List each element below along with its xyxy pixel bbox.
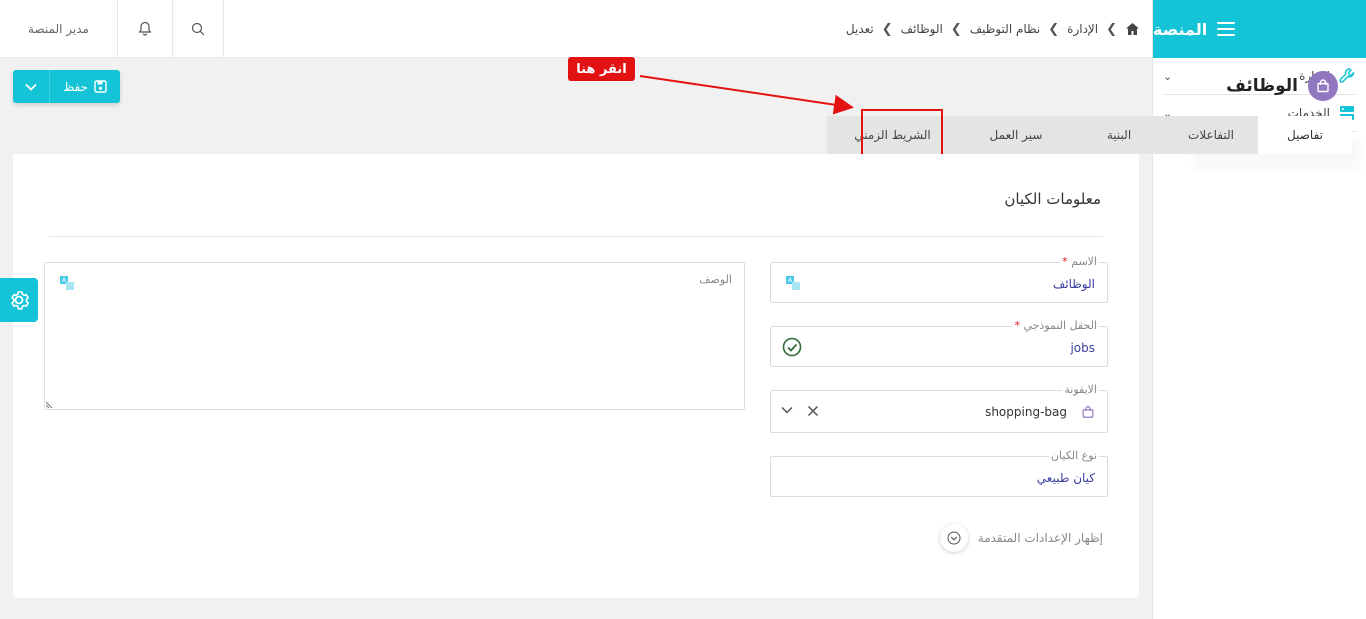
save-dropdown-button[interactable] [13,70,50,103]
user-menu[interactable]: مدير المنصة [0,0,118,58]
gear-icon [11,291,29,310]
floppy-disk-icon [94,80,107,93]
search-button[interactable] [173,0,224,58]
advanced-settings-toggle[interactable]: إظهار الإعدادات المتقدمة [939,524,1103,552]
entity-form-card: معلومات الكيان الاسم * الوظائف A الحقل ا… [13,154,1139,598]
tab-details[interactable]: تفاصيل [1258,116,1352,154]
bell-icon [138,21,152,36]
chevron-left-icon: ❯ [881,21,893,37]
entity-type-value: كيان طبيعي [1036,471,1095,485]
notifications-button[interactable] [118,0,173,58]
shopping-bag-icon [1308,71,1338,101]
search-icon [191,22,205,36]
chevron-left-icon: ❯ [1106,21,1117,37]
divider [49,236,1103,237]
breadcrumb: ❯ الإدارة ❯ نظام التوظيف ❯ الوظائف ❯ تعد… [846,0,1140,58]
chevron-down-icon: ⌄ [1163,69,1173,83]
translate-icon[interactable]: A [59,275,75,291]
settings-button[interactable] [0,278,38,322]
chevron-left-icon: ❯ [950,21,962,37]
breadcrumb-item-jobs[interactable]: الوظائف [901,22,943,36]
page-title-text: الوظائف [1226,76,1298,96]
tab-structure[interactable]: البنية [1074,116,1164,154]
check-circle-icon [782,337,802,357]
resize-handle-icon[interactable] [46,400,54,408]
icon-value: shopping-bag [985,405,1067,419]
page-title: الوظائف [1226,71,1338,101]
tab-interactions[interactable]: التفاعلات [1164,116,1258,154]
model-value: jobs [1070,341,1095,355]
save-button[interactable]: حفظ [50,70,120,103]
icon-field[interactable]: الايقونة shopping-bag [770,383,1108,433]
entity-type-field[interactable]: نوع الكيان كيان طبيعي [770,449,1108,497]
user-name: مدير المنصة [28,22,89,36]
breadcrumb-item-recruitment[interactable]: نظام التوظيف [970,22,1041,36]
shopping-bag-icon [1082,406,1094,418]
tab-workflow[interactable]: سير العمل [958,116,1074,154]
model-label: الحقل النموذجي * [1012,319,1099,332]
home-icon[interactable] [1125,22,1140,36]
clear-icon[interactable] [807,405,819,417]
chevron-down-circle-icon [939,524,968,552]
brand-name: المنصة [1153,19,1208,39]
annotation-label: انقر هنا [568,57,635,81]
description-placeholder: الوصف [699,273,732,286]
menu-icon[interactable] [1217,22,1236,36]
chevron-down-icon [25,83,37,91]
icon-label: الايقونة [1062,383,1099,396]
entity-type-label: نوع الكيان [1048,449,1099,462]
model-field[interactable]: الحقل النموذجي * jobs [770,319,1108,367]
name-value: الوظائف [1052,277,1095,291]
save-button-label: حفظ [63,79,88,94]
section-title: معلومات الكيان [1004,190,1101,208]
chevron-down-icon[interactable] [781,406,793,414]
breadcrumb-item-edit: تعديل [845,22,874,36]
chevron-left-icon: ❯ [1048,21,1060,37]
description-field[interactable]: الوصف A [44,262,745,410]
advanced-settings-label: إظهار الإعدادات المتقدمة [977,531,1103,545]
name-label: الاسم * [1060,255,1099,268]
save-button-group: حفظ [13,70,120,103]
translate-icon[interactable]: A [785,275,801,291]
wrench-icon [1339,68,1355,83]
breadcrumb-item-admin[interactable]: الإدارة [1067,22,1098,36]
sidebar-header: المنصة [1153,0,1366,58]
top-bar: مدير المنصة ❯ الإدارة ❯ نظام التوظيف ❯ ا… [0,0,1152,58]
name-field[interactable]: الاسم * الوظائف A [770,255,1108,303]
